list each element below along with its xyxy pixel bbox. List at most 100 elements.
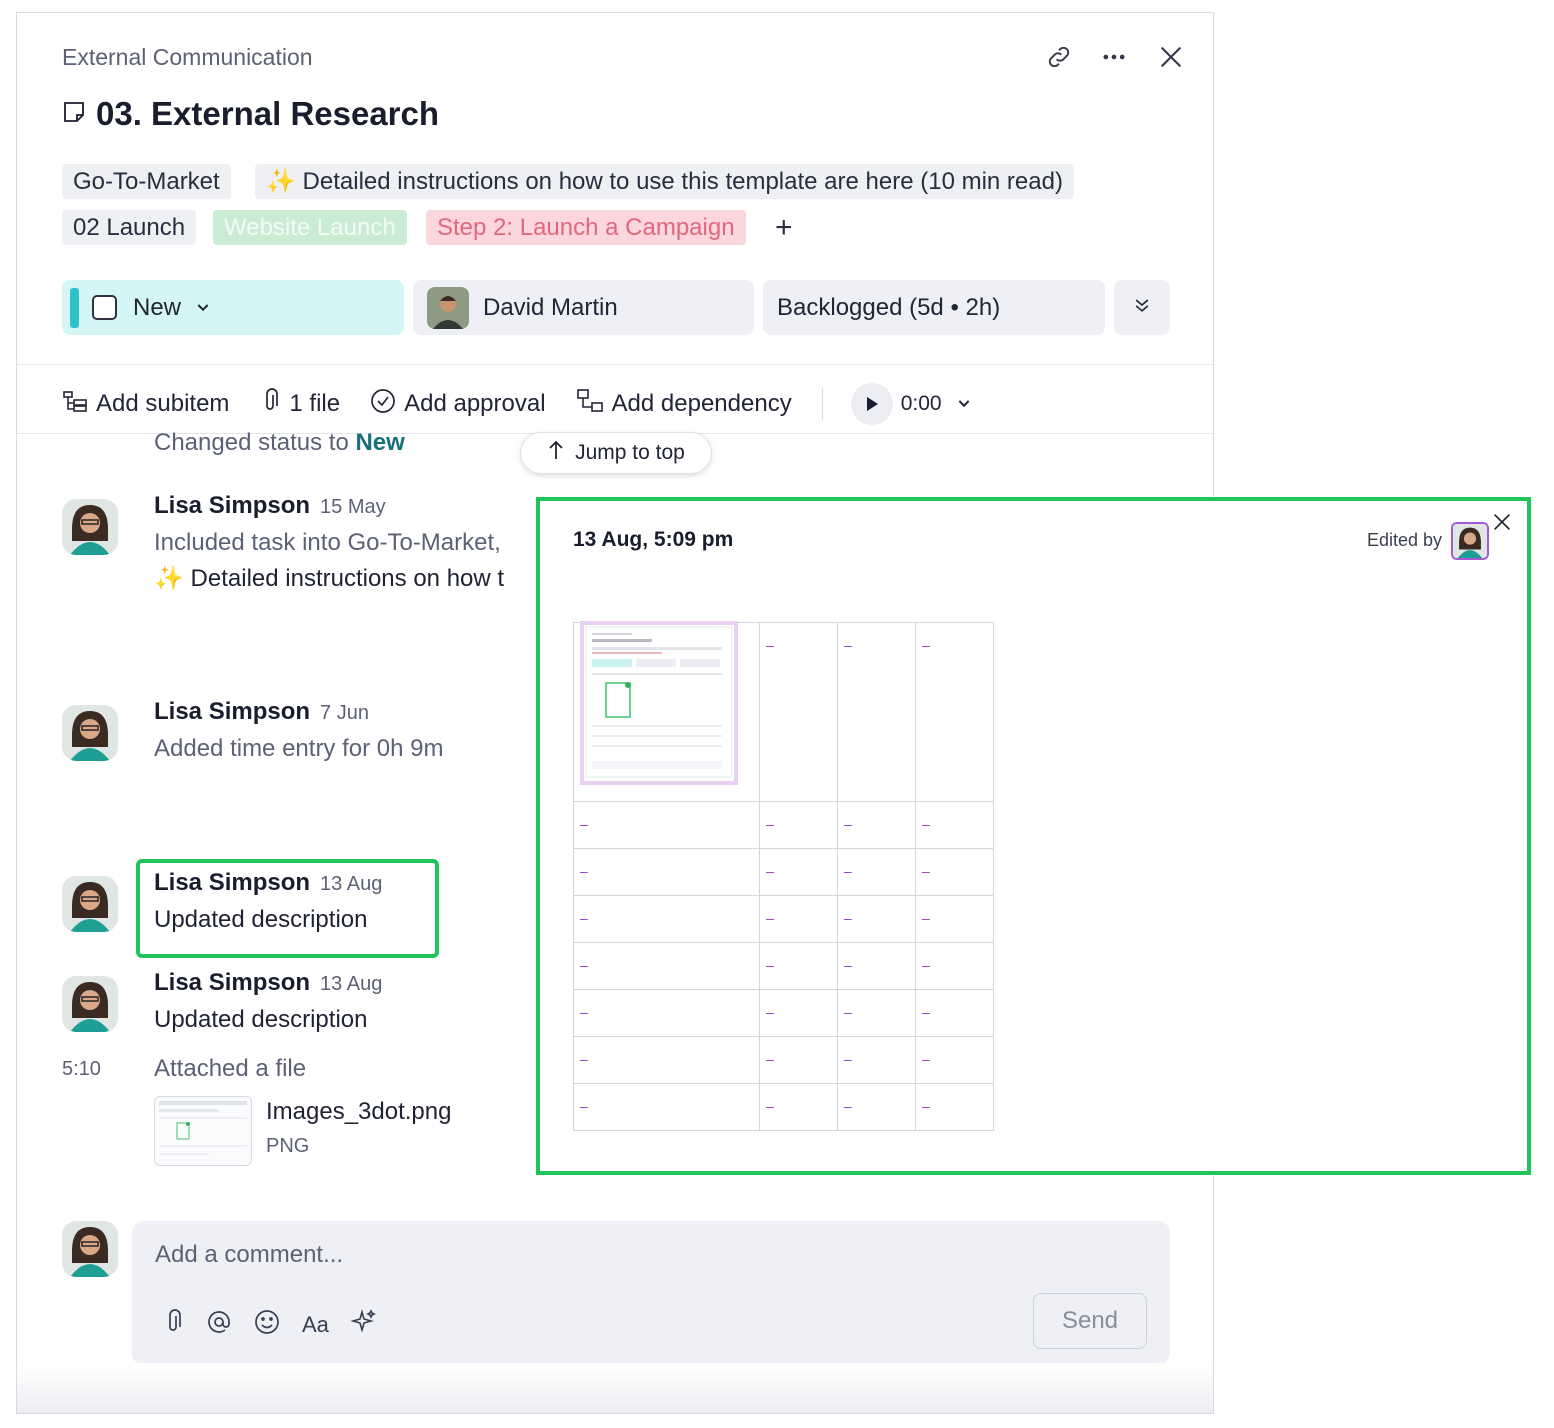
file-name[interactable]: Images_3dot.png xyxy=(266,1098,451,1126)
assignee-avatar xyxy=(427,286,469,329)
activity-entry: Lisa Simpson 13 Aug xyxy=(154,869,382,897)
table-cell: – xyxy=(837,848,916,896)
add-dependency-label: Add dependency xyxy=(611,390,792,417)
activity-date: 15 May xyxy=(320,496,386,518)
table-cell: – xyxy=(837,801,916,849)
table-cell: – xyxy=(837,895,916,943)
activity-text: Included task into Go-To-Market, xyxy=(154,529,501,556)
table-cell: – xyxy=(573,801,760,849)
tag-instructions[interactable]: ✨ Detailed instructions on how to use th… xyxy=(255,164,1074,199)
table-cell: – xyxy=(573,989,760,1037)
current-user-avatar xyxy=(62,1221,118,1277)
table-cell: – xyxy=(915,1083,994,1131)
activity-user[interactable]: Lisa Simpson xyxy=(154,969,310,996)
activity-date: 7 Jun xyxy=(320,702,369,724)
sparkle-icon[interactable] xyxy=(350,1309,377,1341)
comment-input[interactable]: Add a comment... xyxy=(155,1241,343,1269)
activity-date: 13 Aug xyxy=(320,873,383,895)
table-cell: – xyxy=(915,895,994,943)
files-button[interactable]: 1 file xyxy=(259,387,340,421)
task-title[interactable]: 03. External Research xyxy=(96,95,439,133)
chevron-down-icon xyxy=(195,294,211,322)
action-toolbar: Add subitem 1 file Add approval Add depe… xyxy=(62,383,1002,425)
table-cell: – xyxy=(759,848,838,896)
timer-value: 0:00 xyxy=(900,392,942,415)
updated-description-link[interactable]: Updated description xyxy=(154,1006,367,1034)
file-thumbnail[interactable] xyxy=(154,1096,252,1166)
title-row: 03. External Research xyxy=(62,95,439,133)
description-history-popup: 13 Aug, 5:09 pm Edited by – – – – – – – – – –… xyxy=(536,497,1531,1175)
panel-footer-fade xyxy=(17,1363,1213,1413)
activity-user[interactable]: Lisa Simpson xyxy=(154,869,310,896)
assignee-name: David Martin xyxy=(483,293,618,321)
link-icon[interactable] xyxy=(1045,43,1073,76)
table-cell: – xyxy=(573,848,760,896)
editor-avatar xyxy=(1451,522,1489,560)
table-cell: – xyxy=(915,942,994,990)
more-icon[interactable] xyxy=(1100,43,1128,76)
updated-description-link[interactable]: Updated description xyxy=(154,906,367,934)
activity-text: ✨ Detailed instructions on how t xyxy=(154,565,505,592)
close-icon[interactable] xyxy=(1491,511,1513,538)
subitem-icon xyxy=(62,389,88,420)
approval-icon xyxy=(370,388,396,421)
play-icon[interactable] xyxy=(850,383,893,425)
jump-to-top-button[interactable]: Jump to top xyxy=(520,432,712,474)
attached-file-text: Attached a file xyxy=(154,1055,307,1082)
status-color-bar xyxy=(70,287,79,328)
file-type: PNG xyxy=(266,1135,310,1157)
add-approval-button[interactable]: Add approval xyxy=(370,388,546,421)
status-field[interactable]: New xyxy=(62,280,404,335)
add-dependency-button[interactable]: Add dependency xyxy=(576,388,792,421)
status-change-value: New xyxy=(355,429,405,456)
avatar xyxy=(62,876,118,932)
activity-user[interactable]: Lisa Simpson xyxy=(154,698,310,725)
activity-entry: Lisa Simpson 13 Aug xyxy=(154,969,382,997)
activity-entry: Lisa Simpson 7 Jun xyxy=(154,698,369,726)
task-icon xyxy=(62,100,86,129)
chevron-down-icon[interactable] xyxy=(956,390,972,418)
table-cell: – xyxy=(759,942,838,990)
activity-time: 5:10 xyxy=(62,1058,101,1080)
add-approval-label: Add approval xyxy=(404,390,546,417)
table-cell: – xyxy=(915,848,994,896)
dependency-icon xyxy=(576,388,604,421)
composer-tools: Aa xyxy=(162,1309,377,1341)
add-tag-button[interactable]: + xyxy=(775,211,793,245)
comment-composer[interactable]: Add a comment... Aa Send xyxy=(132,1221,1170,1365)
tag-02-launch[interactable]: 02 Launch xyxy=(62,210,197,245)
format-text-icon[interactable]: Aa xyxy=(302,1312,329,1338)
table-cell: – xyxy=(915,989,994,1037)
revision-timestamp: 13 Aug, 5:09 pm xyxy=(573,528,734,551)
table-cell: – xyxy=(573,1083,760,1131)
tag-go-to-market[interactable]: Go-To-Market xyxy=(62,164,231,199)
avatar xyxy=(62,976,118,1032)
table-cell: – xyxy=(915,801,994,849)
embedded-screenshot-image[interactable] xyxy=(580,621,738,785)
arrow-up-icon xyxy=(547,439,565,467)
breadcrumb[interactable]: External Communication xyxy=(62,44,313,71)
status-checkbox[interactable] xyxy=(92,295,117,320)
table-cell: – xyxy=(837,622,916,802)
send-button[interactable]: Send xyxy=(1033,1293,1147,1349)
description-table: – – – – – – – – – – – – – – – – – – – – – – – – – – – – – – – xyxy=(573,621,994,1131)
tag-step-2[interactable]: Step 2: Launch a Campaign xyxy=(426,210,746,245)
table-cell: – xyxy=(915,622,994,802)
close-icon[interactable] xyxy=(1157,43,1185,76)
table-cell: – xyxy=(573,1036,760,1084)
activity-date: 13 Aug xyxy=(320,973,383,995)
paperclip-icon[interactable] xyxy=(162,1309,184,1341)
emoji-icon[interactable] xyxy=(254,1309,280,1341)
table-cell: – xyxy=(759,622,838,802)
expand-fields-button[interactable] xyxy=(1114,280,1170,335)
schedule-field[interactable]: Backlogged (5d • 2h) xyxy=(763,280,1105,335)
mention-icon[interactable] xyxy=(206,1309,232,1341)
tag-website-launch[interactable]: Website Launch xyxy=(213,210,407,245)
table-cell: – xyxy=(837,1036,916,1084)
assignee-field[interactable]: David Martin xyxy=(413,280,754,335)
activity-user[interactable]: Lisa Simpson xyxy=(154,492,310,519)
add-subitem-button[interactable]: Add subitem xyxy=(62,389,229,420)
timer-control[interactable]: 0:00 xyxy=(850,383,972,425)
status-change-text: Changed status to xyxy=(154,429,356,456)
table-cell xyxy=(573,621,760,802)
